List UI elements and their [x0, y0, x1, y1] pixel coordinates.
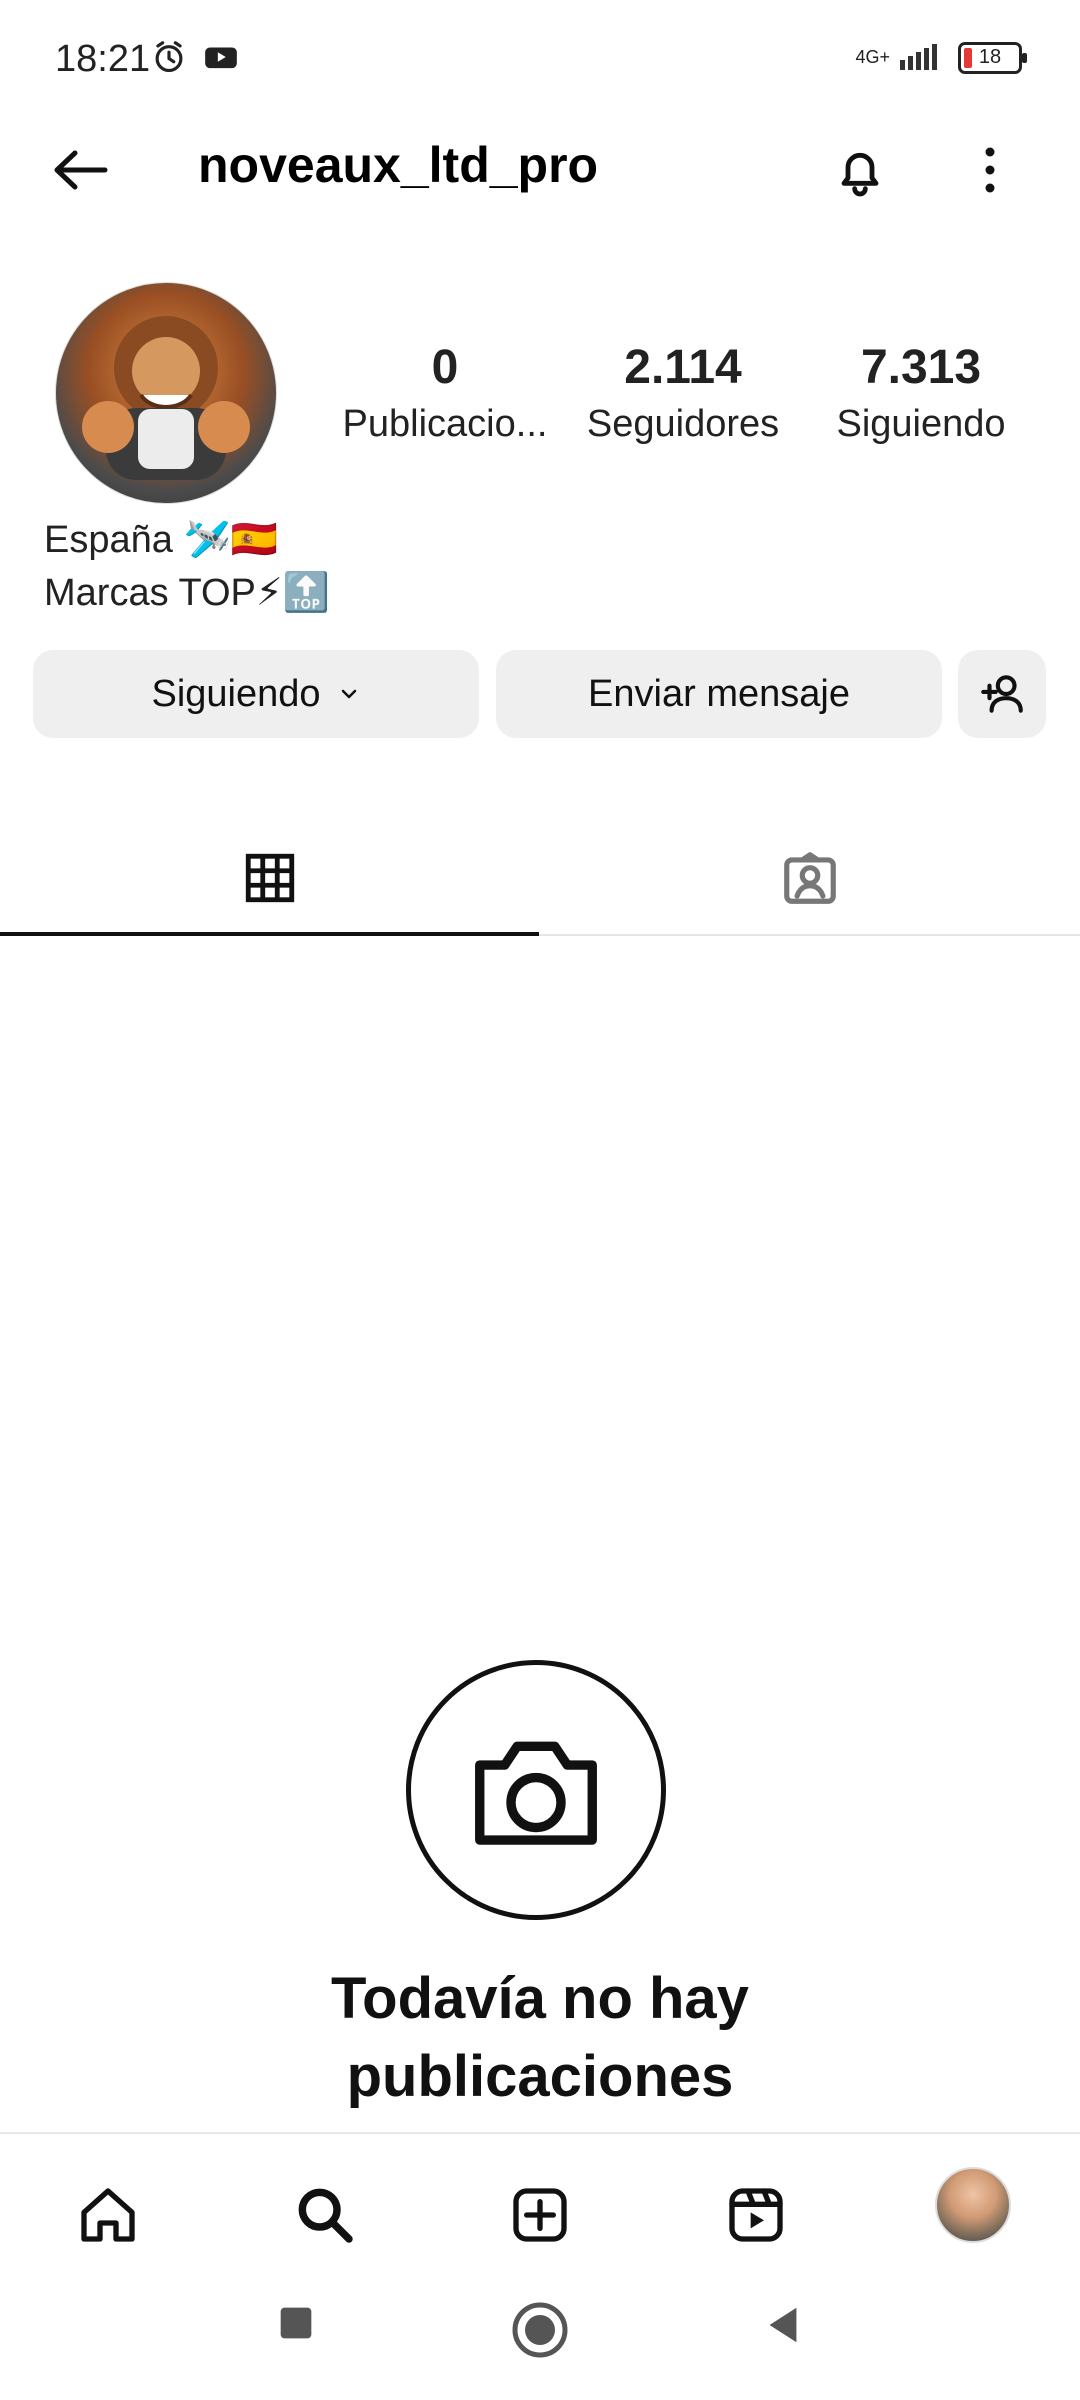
camera-icon [475, 1741, 597, 1845]
status-left-icons [150, 38, 240, 81]
recent-apps-button[interactable] [273, 2300, 319, 2351]
followers-label: Seguidores [586, 403, 780, 445]
triangle-back-icon [769, 2307, 797, 2343]
posts-count: 0 [431, 341, 459, 394]
send-message-button[interactable]: Enviar mensaje [496, 650, 942, 738]
following-label: Siguiendo [836, 403, 1006, 445]
profile-username: noveaux_ltd_pro [198, 137, 599, 193]
chevron-down-icon [341, 689, 356, 699]
lion-avatar-image [82, 316, 250, 480]
search-icon [298, 2188, 353, 2243]
status-right-icons: 4G+ 18 [855, 38, 1027, 77]
empty-title-line-1: Todavía no hay [331, 1966, 749, 2031]
home-icon [81, 2188, 135, 2242]
stat-followers[interactable]: 2.114 Seguidores [578, 340, 788, 446]
recents-square-icon [280, 2307, 312, 2339]
bell-icon [841, 152, 879, 197]
grid-icon [245, 853, 294, 902]
nav-home[interactable] [58, 2165, 158, 2265]
bio-line-2: Marcas TOP⚡🔝 [44, 572, 330, 614]
active-tab-indicator [0, 932, 539, 936]
user-tag-icon [784, 851, 836, 904]
empty-state-title: Todavía no hay publicaciones [0, 1960, 1080, 2116]
battery-level: 18 [978, 46, 1002, 68]
posts-label: Publicacio... [342, 403, 548, 445]
following-count: 7.313 [860, 341, 982, 394]
nav-reels[interactable] [706, 2165, 806, 2265]
nav-profile-avatar[interactable] [935, 2167, 1011, 2243]
nav-create[interactable] [490, 2165, 590, 2265]
more-options-button[interactable] [965, 135, 1015, 205]
stat-posts[interactable]: 0 Publicacio... [340, 340, 550, 446]
notifications-button[interactable] [825, 135, 895, 205]
circle-home-icon [512, 2302, 568, 2358]
tab-posts-grid[interactable] [0, 820, 539, 935]
signal-icon [898, 38, 944, 77]
empty-title-line-2: publicaciones [346, 2044, 734, 2109]
vertical-dots-icon [985, 147, 995, 193]
bio-line-1: España 🛩️🇪🇸 [44, 519, 279, 561]
add-user-icon [981, 675, 1023, 713]
plus-square-icon [513, 2188, 567, 2242]
followers-count: 2.114 [624, 341, 742, 394]
following-button-label: Siguiendo [151, 672, 321, 715]
arrow-left-icon [54, 150, 108, 190]
battery-fill [964, 47, 972, 68]
bottom-nav-divider [0, 2132, 1080, 2134]
home-system-button[interactable] [510, 2300, 570, 2365]
empty-camera-circle [406, 1660, 666, 1920]
back-system-button[interactable] [760, 2300, 806, 2355]
suggest-users-button[interactable] [958, 650, 1046, 738]
tab-tagged[interactable] [540, 820, 1080, 935]
nav-search[interactable] [275, 2165, 375, 2265]
stat-following[interactable]: 7.313 Siguiendo [816, 340, 1026, 446]
status-time: 18:21 [55, 38, 151, 80]
profile-avatar[interactable] [55, 282, 277, 504]
back-button[interactable] [35, 135, 125, 205]
reels-icon [729, 2188, 783, 2242]
youtube-icon [202, 38, 240, 81]
battery-icon: 18 [958, 41, 1027, 74]
network-label: 4G+ [855, 47, 890, 67]
send-message-label: Enviar mensaje [588, 672, 850, 715]
alarm-icon [150, 38, 188, 81]
following-dropdown-button[interactable]: Siguiendo [33, 650, 479, 738]
